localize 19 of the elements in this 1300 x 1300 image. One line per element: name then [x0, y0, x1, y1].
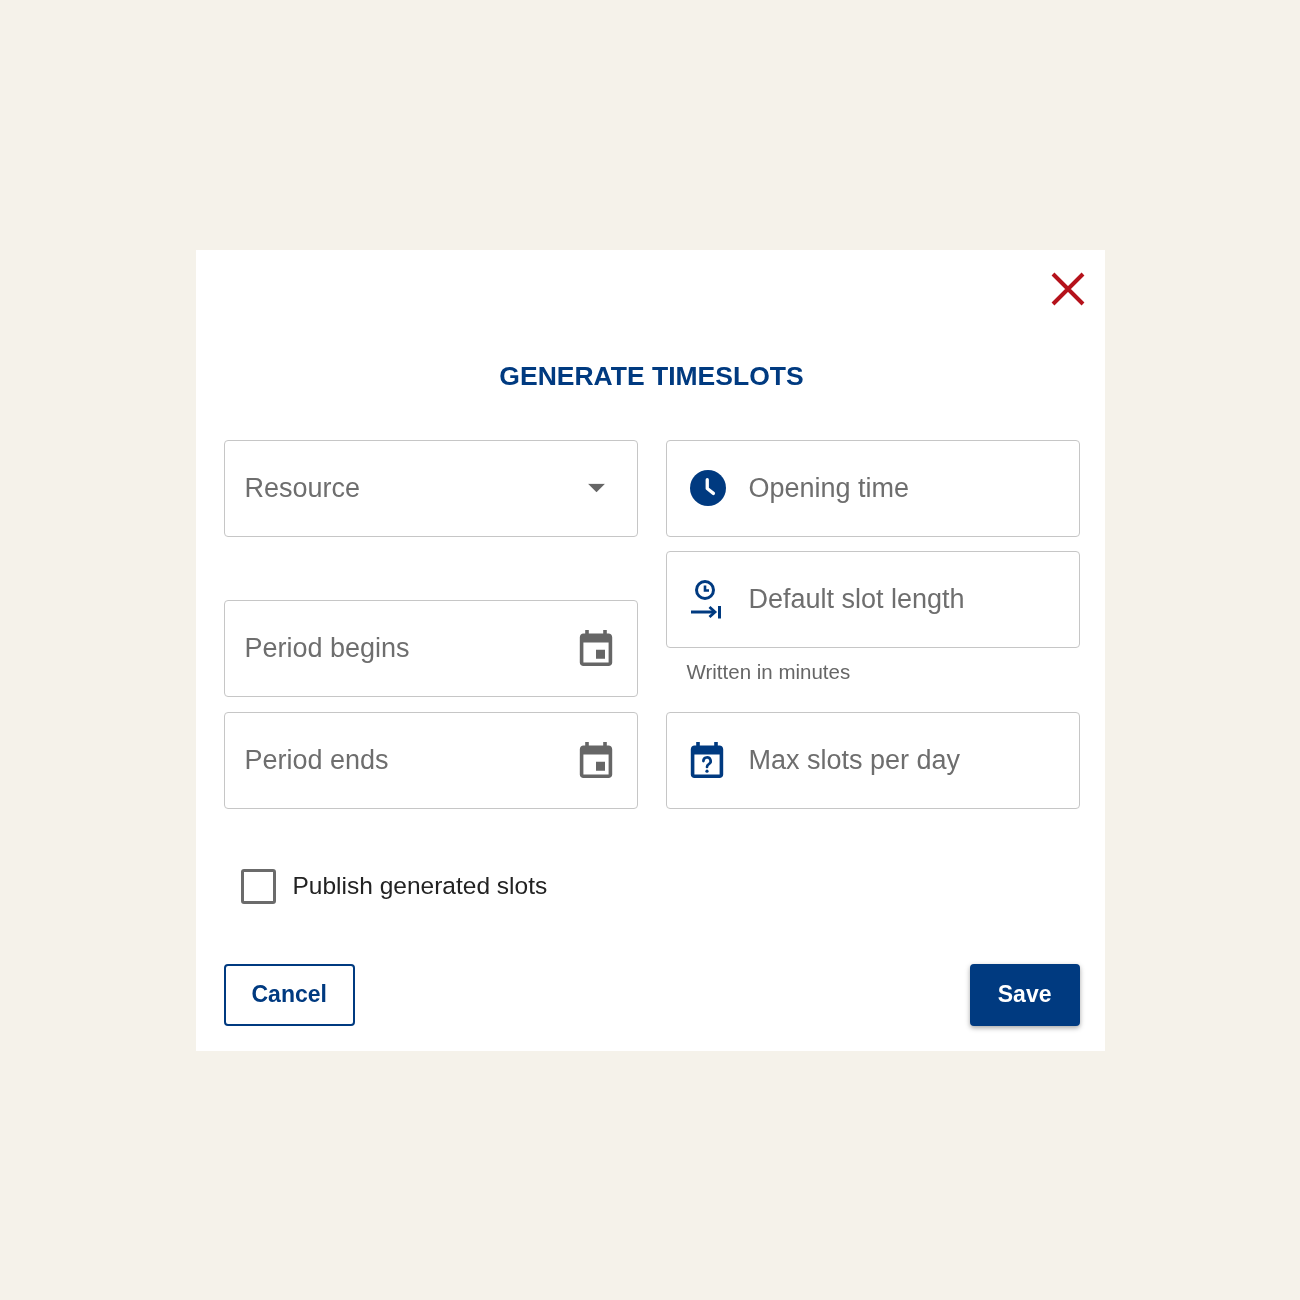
close-button[interactable]	[1050, 271, 1085, 306]
calendar-icon	[578, 630, 613, 666]
clock-arrow-icon	[689, 579, 722, 619]
dialog-title: GENERATE TIMESLOTS	[498, 359, 805, 393]
cancel-button[interactable]: Cancel	[223, 963, 355, 1026]
checkbox[interactable]	[240, 868, 276, 904]
input-field[interactable]: Default slot length	[665, 550, 1080, 648]
clock-icon	[689, 470, 726, 506]
checkbox-label[interactable]: Publish generated slots	[292, 867, 548, 905]
helper-text: Written in minutes	[686, 659, 851, 684]
save-button[interactable]: Save	[969, 963, 1080, 1026]
calendar-icon	[578, 742, 613, 778]
date-field[interactable]: Period ends	[223, 711, 638, 809]
time-field[interactable]: Opening time	[665, 439, 1080, 537]
dropdown-field[interactable]: Resource	[223, 439, 638, 537]
input-field[interactable]: Max slots per day	[665, 711, 1080, 809]
date-field[interactable]: Period begins	[223, 599, 638, 697]
calendar-question-icon	[689, 742, 724, 778]
caret-icon	[587, 483, 605, 493]
